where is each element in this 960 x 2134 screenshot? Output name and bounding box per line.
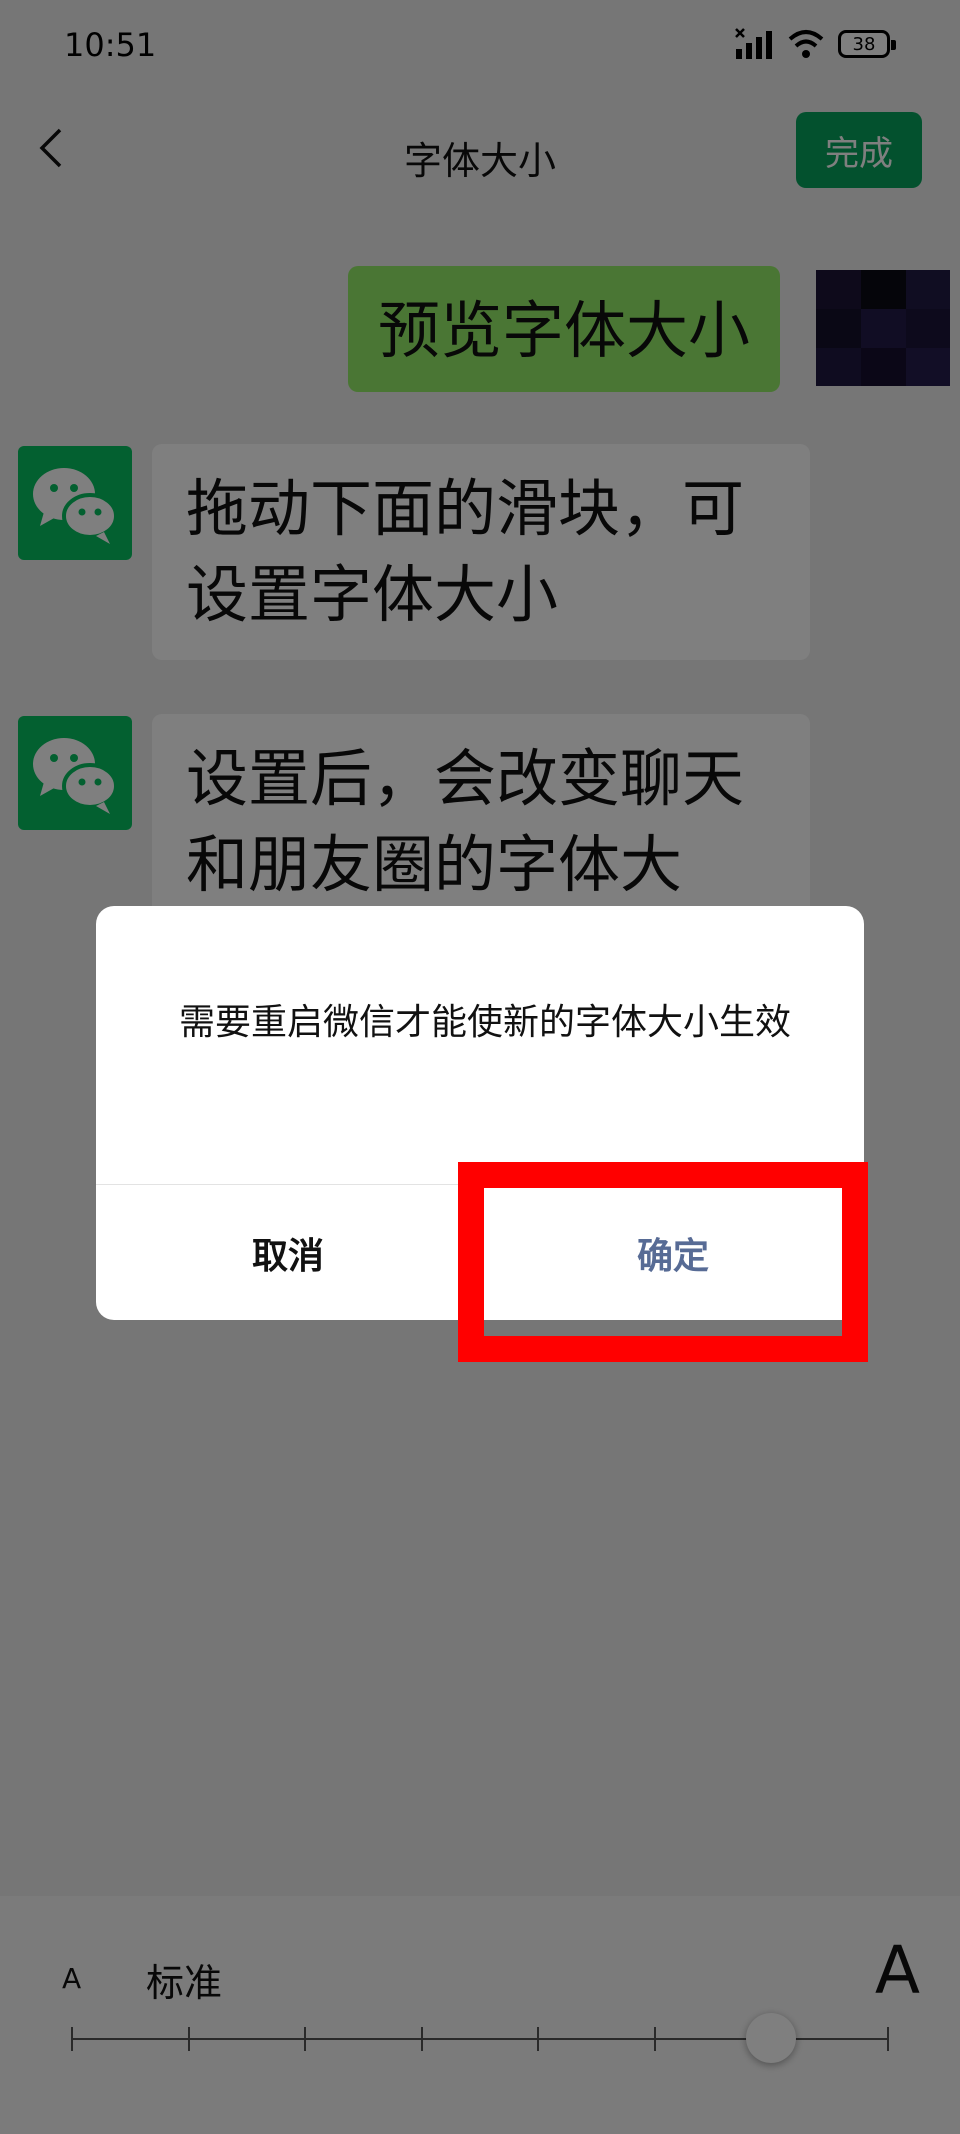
- dialog-message: 需要重启微信才能使新的字体大小生效: [178, 1002, 791, 1043]
- cancel-button[interactable]: 取消: [96, 1185, 480, 1320]
- highlight-box: [458, 1162, 868, 1362]
